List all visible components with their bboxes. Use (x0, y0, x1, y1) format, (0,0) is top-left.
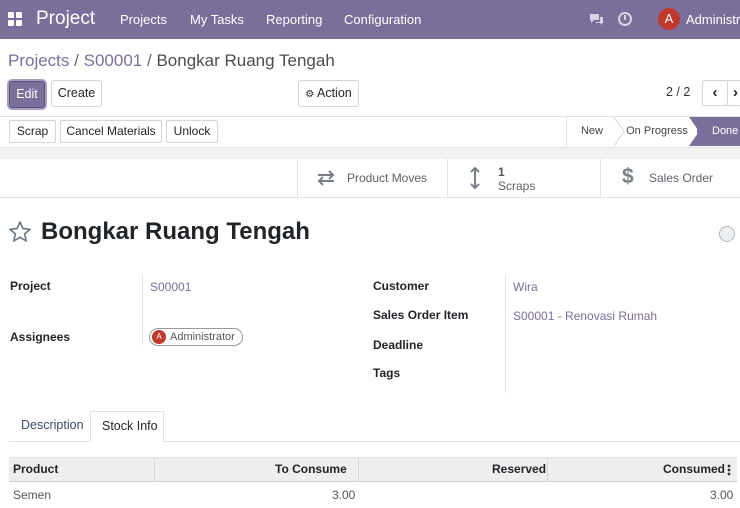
column-reserved[interactable]: Reserved (492, 458, 546, 482)
tab-stock-info[interactable]: Stock Info (90, 411, 164, 442)
assignees-label: Assignees (10, 330, 71, 344)
tags-label: Tags (373, 366, 401, 380)
user-name[interactable]: Administra (686, 12, 740, 27)
pager-previous-button[interactable]: ‹ (702, 80, 728, 106)
column-to-consume[interactable]: To Consume (275, 458, 347, 482)
chat-icon[interactable] (589, 13, 604, 26)
star-icon[interactable] (8, 220, 32, 244)
sheet-background (0, 147, 740, 159)
column-options-icon[interactable] (727, 464, 731, 476)
kanban-state-toggle[interactable] (719, 226, 735, 242)
breadcrumb: Projects / S00001 / Bongkar Ruang Tengah (8, 51, 335, 71)
menu-projects[interactable]: Projects (120, 12, 167, 27)
stage-done[interactable]: Done (697, 117, 740, 146)
menu-reporting[interactable]: Reporting (266, 12, 322, 27)
product-moves-label: Product Moves (347, 171, 428, 185)
chevron-left-icon: ‹ (712, 84, 718, 101)
tab-description[interactable]: Description (11, 411, 89, 442)
breadcrumb-projects[interactable]: Projects (8, 51, 69, 70)
user-avatar[interactable]: A (658, 8, 680, 30)
apps-menu-icon[interactable] (8, 12, 22, 26)
column-product[interactable]: Product (13, 458, 58, 482)
table-header: Product To Consume Reserved Consumed (9, 457, 737, 482)
assignee-name: Administrator (170, 331, 235, 343)
column-separator (358, 458, 359, 482)
row-consumed: 3.00 (710, 488, 734, 502)
menu-my-tasks[interactable]: My Tasks (190, 12, 244, 27)
action-button[interactable]: ⚙ Action (298, 80, 359, 107)
edit-button[interactable]: Edit (9, 81, 45, 108)
action-label: Action (317, 86, 352, 100)
unlock-button[interactable]: Unlock (166, 120, 218, 143)
app-brand[interactable]: Project (36, 8, 95, 30)
deadline-label: Deadline (373, 338, 424, 352)
scraps-button[interactable]: 1 Scraps (447, 159, 600, 198)
record-title[interactable]: Bongkar Ruang Tengah (41, 218, 310, 246)
breadcrumb-s00001[interactable]: S00001 (84, 51, 143, 70)
field-separator (505, 275, 506, 393)
scraps-count: 1 (498, 165, 505, 179)
column-consumed[interactable]: Consumed (663, 458, 725, 482)
stage-on-progress[interactable]: On Progress (623, 117, 691, 146)
sales-order-item-label: Sales Order Item (373, 308, 469, 322)
project-value[interactable]: S00001 (150, 280, 191, 294)
exchange-icon (317, 170, 335, 186)
stage-new[interactable]: New (570, 117, 614, 146)
field-separator (142, 275, 143, 345)
customer-label: Customer (373, 279, 430, 293)
customer-value[interactable]: Wira (513, 280, 538, 294)
breadcrumb-separator: / (146, 51, 152, 70)
column-separator (154, 458, 155, 482)
pager-next-button[interactable]: › (727, 80, 740, 106)
activity-clock-icon[interactable] (618, 12, 632, 26)
avatar: A (152, 330, 166, 344)
scraps-label: Scraps (498, 179, 536, 193)
create-button[interactable]: Create (51, 80, 102, 107)
row-to-consume: 3.00 (332, 488, 356, 502)
stage-divider (566, 117, 567, 146)
sales-order-button[interactable]: $ Sales Order (600, 159, 740, 198)
divider (0, 197, 740, 198)
row-product: Semen (13, 488, 52, 502)
dollar-icon: $ (622, 165, 634, 188)
menu-configuration[interactable]: Configuration (344, 12, 421, 27)
pager-value[interactable]: 2 / 2 (666, 85, 690, 99)
chevron-right-icon: › (733, 84, 738, 101)
product-moves-button[interactable]: Product Moves (297, 159, 447, 198)
sales-order-label: Sales Order (649, 171, 714, 185)
arrows-vertical-icon (470, 167, 480, 189)
assignee-badge[interactable]: A Administrator (149, 328, 243, 346)
top-navbar: Project Projects My Tasks Reporting Conf… (0, 0, 740, 39)
project-label: Project (10, 279, 51, 293)
column-separator (547, 458, 548, 482)
breadcrumb-separator: / (74, 51, 79, 70)
gear-icon: ⚙ (305, 89, 315, 100)
cancel-materials-button[interactable]: Cancel Materials (60, 120, 162, 143)
breadcrumb-current: Bongkar Ruang Tengah (156, 51, 335, 70)
sales-order-item-value[interactable]: S00001 - Renovasi Rumah (513, 309, 657, 323)
scrap-button[interactable]: Scrap (9, 120, 56, 143)
